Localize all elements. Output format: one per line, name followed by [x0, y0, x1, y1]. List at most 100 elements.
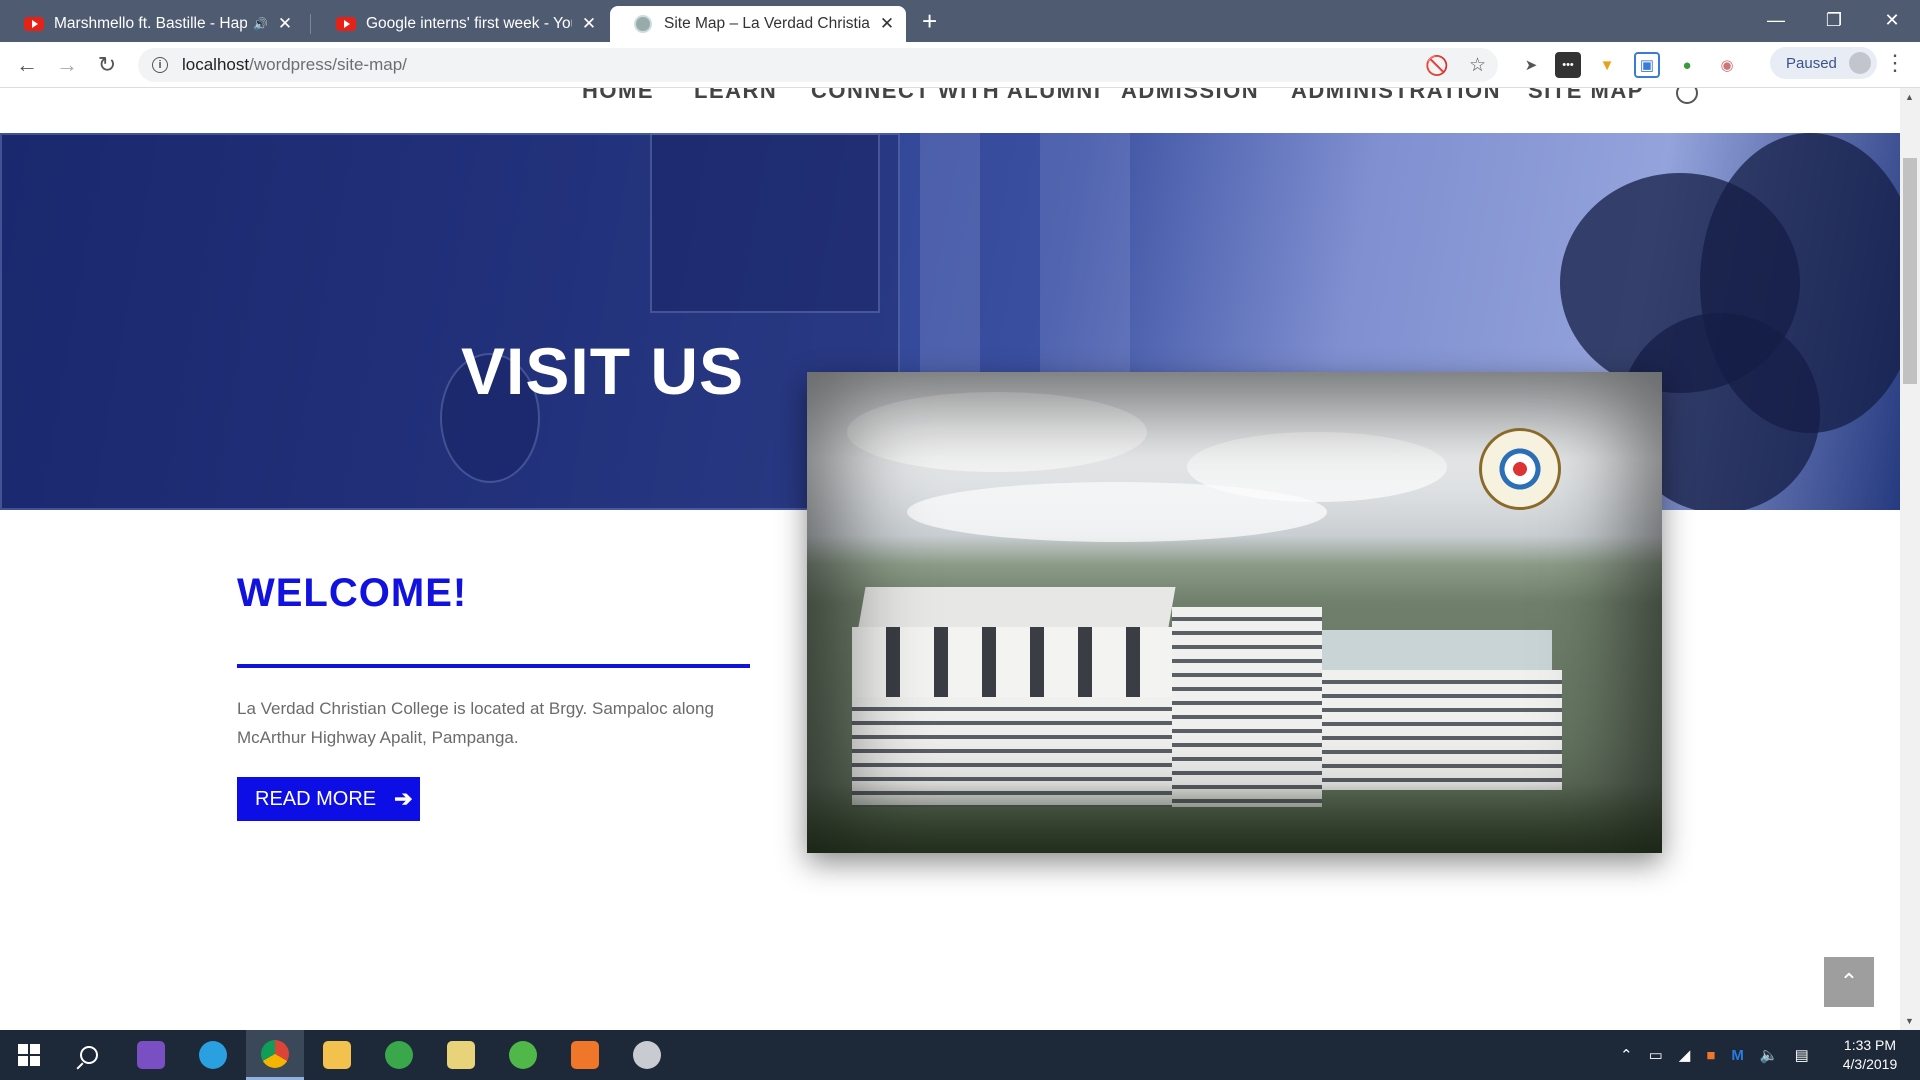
tab-marshmello[interactable]: Marshmello ft. Bastille - Happ 🔊 ✕: [0, 6, 304, 42]
minimize-button[interactable]: —: [1748, 0, 1804, 40]
tab-strip: Marshmello ft. Bastille - Happ 🔊 ✕ Googl…: [0, 0, 1920, 42]
windows-taskbar: ⌃ ▭ ◢ ■ M 🔈 ▤ 1:33 PM 4/3/2019: [0, 1030, 1920, 1080]
taskbar-chrome[interactable]: [246, 1030, 304, 1080]
extension-dots-icon[interactable]: •••: [1555, 52, 1581, 78]
arrow-right-icon: ➔: [394, 786, 413, 811]
taskbar-disc-app[interactable]: [618, 1030, 676, 1080]
close-tab-icon[interactable]: ✕: [580, 14, 598, 34]
seal-emblem: [1496, 445, 1544, 493]
page-scrollbar[interactable]: ▲ ▼: [1900, 88, 1920, 1030]
welcome-heading: WELCOME!: [237, 571, 468, 615]
forward-button[interactable]: →: [50, 48, 84, 82]
tab-google-interns[interactable]: Google interns' first week - YouT ✕: [312, 6, 608, 42]
chevron-up-icon[interactable]: ⌃: [1620, 1046, 1633, 1064]
browser-toolbar: ← → ↻ i localhost/wordpress/site-map/ 🚫 …: [0, 42, 1920, 88]
nav-administration[interactable]: ADMINISTRATION: [1291, 88, 1501, 104]
nav-site-map[interactable]: SITE MAP: [1528, 88, 1644, 104]
scroll-to-top-button[interactable]: ⌃: [1824, 957, 1874, 1007]
taskbar-clock[interactable]: 1:33 PM 4/3/2019: [1830, 1036, 1910, 1074]
clock-date: 4/3/2019: [1842, 1056, 1898, 1072]
nav-home[interactable]: HOME: [582, 88, 654, 104]
xampp-tray-icon[interactable]: ■: [1706, 1047, 1715, 1064]
url-text: localhost/wordpress/site-map/: [182, 55, 407, 75]
info-icon[interactable]: i: [152, 57, 168, 73]
profile-label: Paused: [1786, 54, 1837, 72]
nav-connect-with-alumni[interactable]: CONNECT WITH ALUMNI: [811, 88, 1101, 104]
omnibox-actions: 🚫 ☆: [1425, 54, 1486, 78]
app-m-icon: [199, 1041, 227, 1069]
taskbar-file-explorer[interactable]: [308, 1030, 366, 1080]
campus-photo: [807, 372, 1662, 853]
about-text: La Verdad Christian College is located a…: [237, 699, 714, 747]
extension-cursor-icon[interactable]: ➤: [1518, 52, 1544, 78]
disc-app-icon: [633, 1041, 661, 1069]
utorrent-icon: [509, 1041, 537, 1069]
scroll-up-arrow-icon[interactable]: ▲: [1905, 92, 1914, 102]
translate-icon[interactable]: 🚫: [1425, 54, 1449, 78]
nav-learn[interactable]: LEARN: [694, 88, 777, 104]
windows-start-button[interactable]: [0, 1030, 58, 1080]
page-viewport: HOME LEARN CONNECT WITH ALUMNI ADMISSION…: [0, 88, 1900, 1030]
profile-paused-button[interactable]: Paused: [1770, 47, 1877, 79]
extension-doc-icon[interactable]: ▣: [1634, 52, 1660, 78]
tab-title: Google interns' first week - YouT: [366, 15, 572, 32]
volume-icon[interactable]: 🔈: [1760, 1046, 1779, 1064]
taskbar-xampp[interactable]: [556, 1030, 614, 1080]
hero-title: VISIT US: [461, 334, 745, 408]
restore-button[interactable]: ❐: [1806, 0, 1862, 40]
tab-site-map[interactable]: Site Map – La Verdad Christian C ✕: [610, 6, 906, 42]
taskbar-utorrent[interactable]: [494, 1030, 552, 1080]
tab-title: Site Map – La Verdad Christian C: [664, 15, 870, 32]
network-globe-icon: [385, 1041, 413, 1069]
windows-start-icon: [18, 1044, 40, 1066]
wifi-icon[interactable]: ◢: [1679, 1046, 1691, 1064]
back-button[interactable]: ←: [10, 48, 44, 82]
system-tray: ⌃ ▭ ◢ ■ M 🔈 ▤: [1620, 1030, 1809, 1080]
new-tab-button[interactable]: +: [922, 6, 937, 36]
url-path: /wordpress/site-map/: [249, 55, 407, 74]
avatar: [1848, 52, 1871, 74]
taskbar-network-globe[interactable]: [370, 1030, 428, 1080]
xampp-icon: [571, 1041, 599, 1069]
clock-time: 1:33 PM: [1843, 1037, 1897, 1053]
taskbar-visual-studio[interactable]: [122, 1030, 180, 1080]
read-more-button[interactable]: READ MORE ➔: [237, 777, 420, 821]
address-bar[interactable]: i localhost/wordpress/site-map/ 🚫 ☆: [138, 48, 1498, 82]
reload-button[interactable]: ↻: [90, 48, 124, 82]
wordpress-icon: [634, 15, 652, 33]
file-explorer-icon: [323, 1041, 351, 1069]
taskbar-folder-app[interactable]: [432, 1030, 490, 1080]
close-tab-icon[interactable]: ✕: [276, 14, 294, 34]
chrome-icon: [261, 1039, 289, 1068]
youtube-icon: [24, 17, 44, 31]
app-m-tray-icon[interactable]: M: [1731, 1047, 1744, 1064]
search-icon: [80, 1046, 98, 1064]
heading-divider: [237, 664, 750, 668]
scroll-down-arrow-icon[interactable]: ▼: [1905, 1016, 1914, 1026]
nav-admission[interactable]: ADMISSION: [1121, 88, 1259, 104]
read-more-label: READ MORE: [255, 787, 377, 810]
youtube-icon: [336, 17, 356, 31]
bookmark-star-icon[interactable]: ☆: [1469, 54, 1486, 78]
close-tab-icon[interactable]: ✕: [878, 14, 896, 34]
chrome-menu-icon[interactable]: ⋮: [1884, 50, 1906, 76]
extension-globe-icon[interactable]: ●: [1674, 52, 1700, 78]
building-window: [650, 133, 880, 313]
extension-pin-icon[interactable]: ▼: [1594, 52, 1620, 78]
search-icon[interactable]: [1676, 88, 1698, 104]
scrollbar-thumb[interactable]: [1903, 158, 1917, 384]
speaker-icon[interactable]: 🔊: [253, 17, 268, 31]
tab-title: Marshmello ft. Bastille - Happ: [54, 15, 248, 32]
battery-icon[interactable]: ▭: [1649, 1046, 1663, 1064]
site-navigation: HOME LEARN CONNECT WITH ALUMNI ADMISSION…: [0, 88, 1900, 133]
tab-separator: [310, 14, 311, 34]
extension-record-icon[interactable]: ◉: [1714, 52, 1740, 78]
notifications-icon[interactable]: ▤: [1795, 1046, 1809, 1064]
close-window-button[interactable]: ✕: [1864, 0, 1920, 40]
chevron-up-icon: ⌃: [1839, 969, 1859, 994]
visual-studio-icon: [137, 1041, 165, 1069]
url-host: localhost: [182, 55, 250, 74]
taskbar-search-button[interactable]: [60, 1030, 118, 1080]
folder-app-icon: [447, 1041, 475, 1069]
taskbar-app-m[interactable]: [184, 1030, 242, 1080]
